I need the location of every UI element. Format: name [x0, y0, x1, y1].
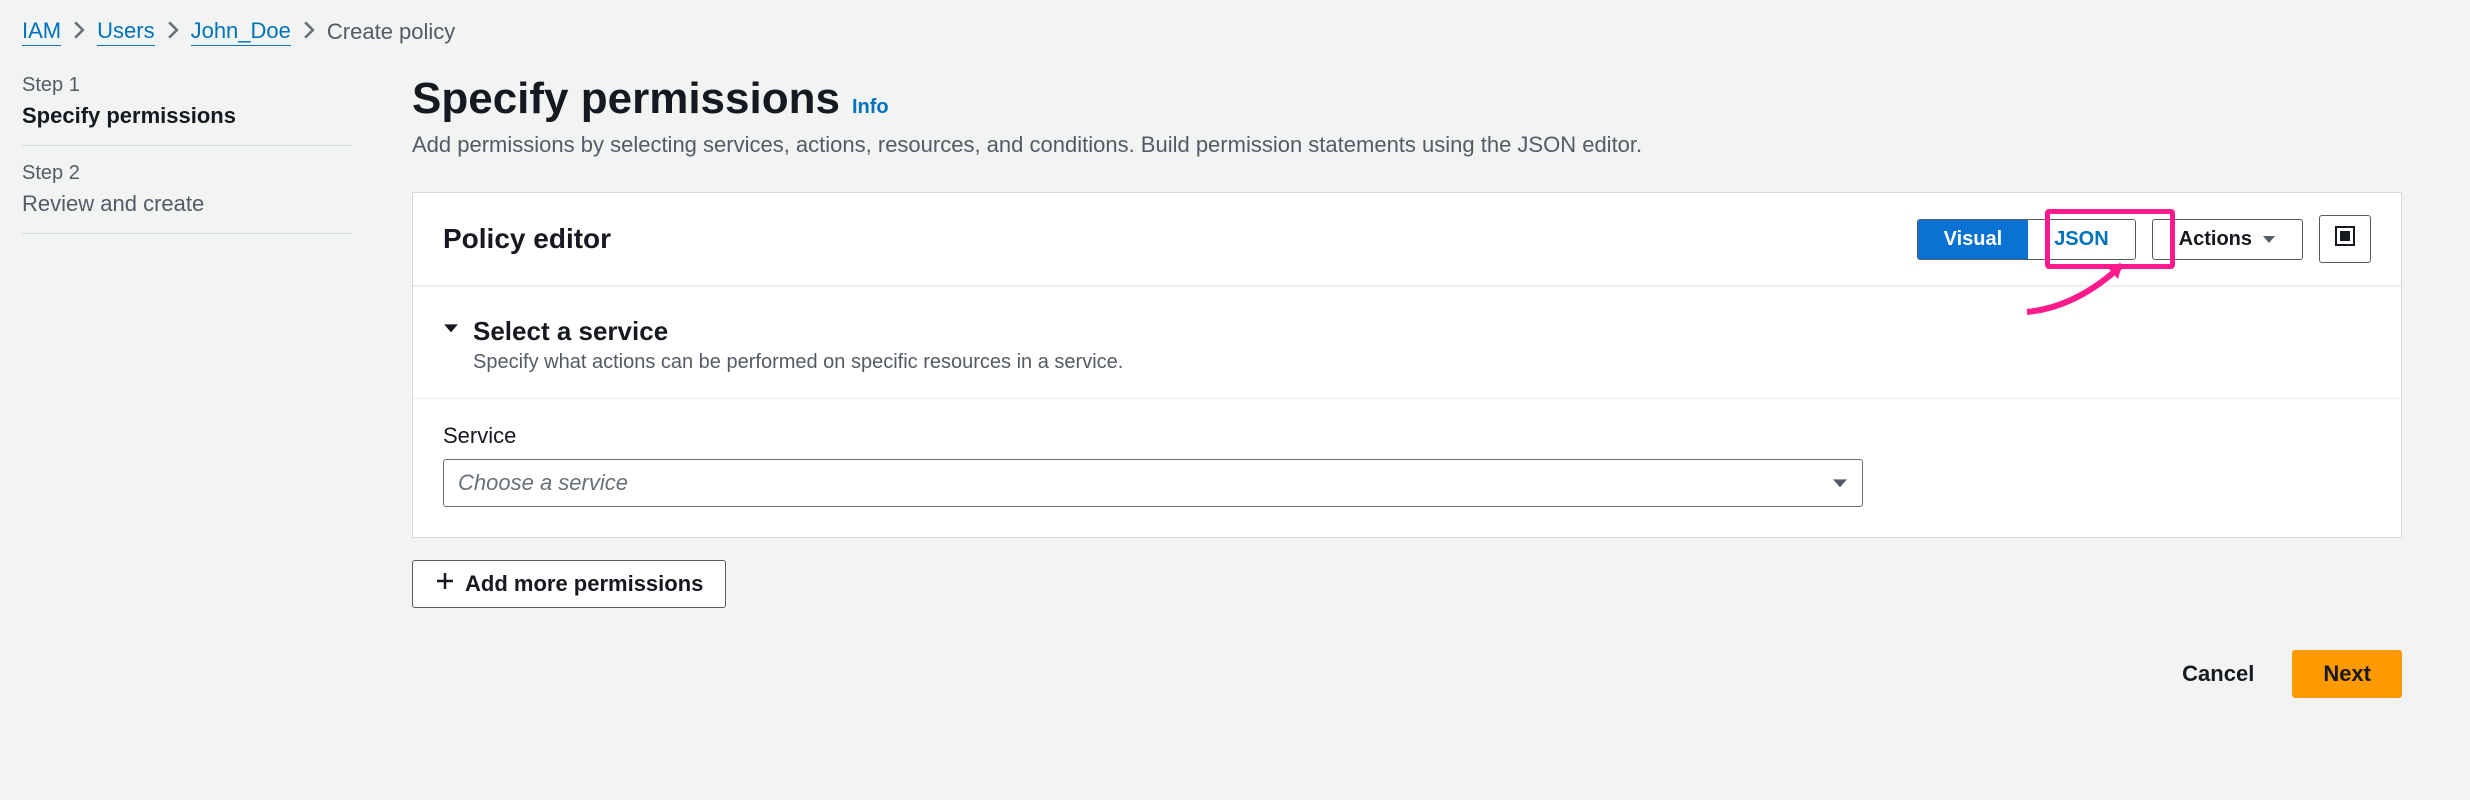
- section-description: Specify what actions can be performed on…: [473, 351, 1123, 374]
- caret-down-icon: [2262, 228, 2276, 251]
- page-title: Specify permissions: [412, 74, 840, 124]
- info-link[interactable]: Info: [852, 96, 889, 119]
- chevron-right-icon: [73, 19, 85, 45]
- actions-dropdown[interactable]: Actions: [2152, 219, 2303, 260]
- panel-header: Policy editor Visual JSON Actions: [413, 193, 2401, 286]
- fullscreen-button[interactable]: [2319, 215, 2371, 263]
- caret-down-icon: [1832, 470, 1848, 496]
- section-title: Select a service: [473, 316, 1123, 347]
- wizard-steps: Step 1 Specify permissions Step 2 Review…: [22, 74, 352, 698]
- page-subtitle: Add permissions by selecting services, a…: [412, 132, 2402, 158]
- service-field-label: Service: [443, 423, 2371, 449]
- breadcrumb-iam[interactable]: IAM: [22, 18, 61, 46]
- add-more-permissions-button[interactable]: Add more permissions: [412, 560, 726, 608]
- breadcrumb: IAM Users John_Doe Create policy: [22, 18, 2448, 46]
- step-1[interactable]: Step 1 Specify permissions: [22, 74, 352, 146]
- step-label: Review and create: [22, 191, 352, 217]
- cancel-button[interactable]: Cancel: [2162, 650, 2274, 698]
- breadcrumb-current: Create policy: [327, 19, 455, 45]
- footer-actions: Cancel Next: [412, 650, 2402, 698]
- fullscreen-icon: [2334, 225, 2356, 253]
- plus-icon: [435, 571, 455, 597]
- breadcrumb-john-doe[interactable]: John_Doe: [191, 18, 291, 46]
- step-number: Step 2: [22, 162, 352, 185]
- add-more-label: Add more permissions: [465, 571, 703, 597]
- step-label: Specify permissions: [22, 103, 352, 129]
- panel-title: Policy editor: [443, 223, 611, 255]
- chevron-right-icon: [167, 19, 179, 45]
- policy-editor-panel: Policy editor Visual JSON Actions: [412, 192, 2402, 538]
- panel-body: Select a service Specify what actions ca…: [413, 286, 2401, 537]
- step-2[interactable]: Step 2 Review and create: [22, 162, 352, 234]
- caret-down-icon: [443, 322, 459, 340]
- section-header[interactable]: Select a service Specify what actions ca…: [443, 316, 2371, 374]
- json-tab[interactable]: JSON: [2028, 220, 2134, 259]
- chevron-right-icon: [303, 19, 315, 45]
- service-select[interactable]: Choose a service: [443, 459, 1863, 507]
- select-placeholder: Choose a service: [458, 470, 628, 496]
- breadcrumb-users[interactable]: Users: [97, 18, 154, 46]
- editor-mode-toggle: Visual JSON: [1917, 219, 2136, 260]
- panel-controls: Visual JSON Actions: [1917, 215, 2371, 263]
- step-number: Step 1: [22, 74, 352, 97]
- main-content: Specify permissions Info Add permissions…: [412, 74, 2402, 698]
- divider: [413, 398, 2401, 399]
- visual-tab[interactable]: Visual: [1918, 220, 2029, 259]
- actions-label: Actions: [2179, 228, 2252, 251]
- next-button[interactable]: Next: [2292, 650, 2402, 698]
